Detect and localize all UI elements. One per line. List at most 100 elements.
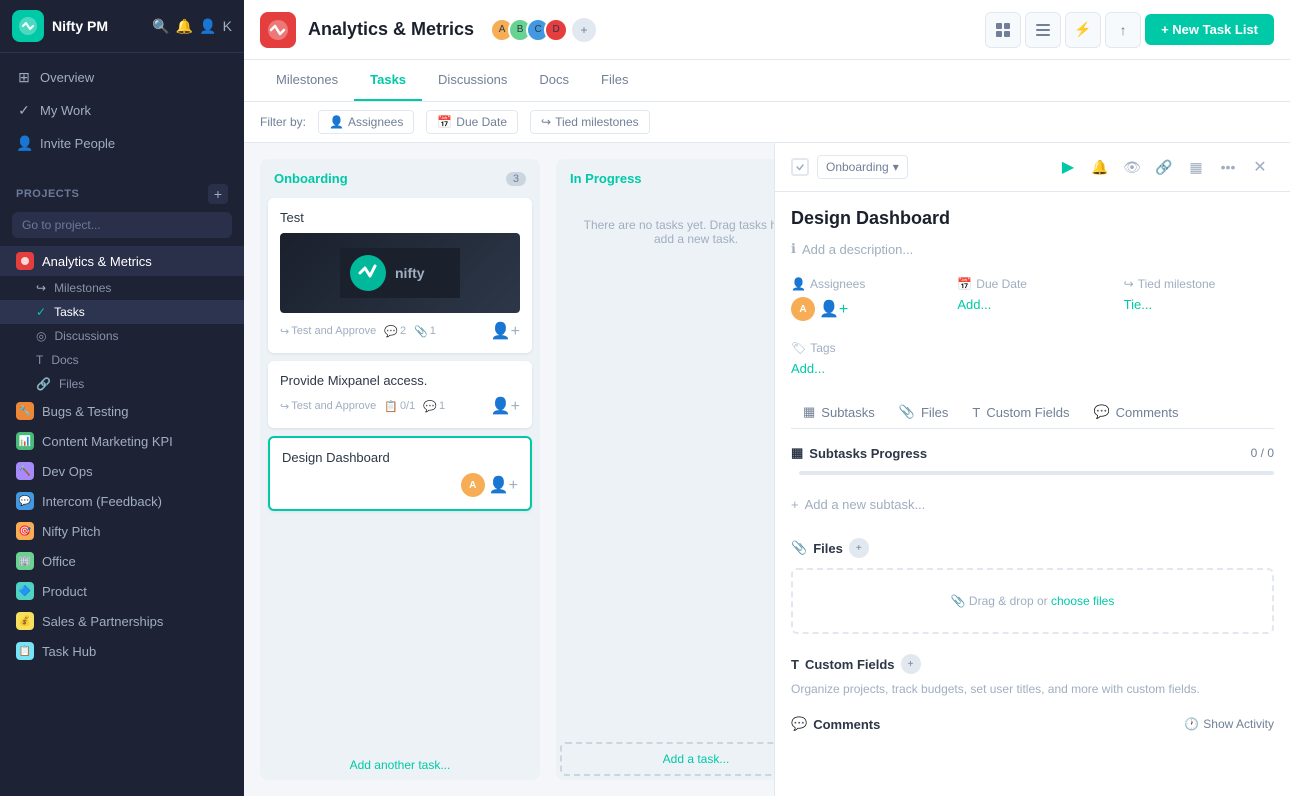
assignees-value: A 👤+: [791, 297, 941, 321]
sidebar-item-my-work[interactable]: ✓ My Work: [0, 94, 244, 127]
task-description-placeholder[interactable]: ℹ Add a description...: [791, 241, 1274, 257]
card-title-design-dashboard: Design Dashboard: [282, 450, 518, 465]
project-item-sales[interactable]: 💰 Sales & Partnerships: [0, 606, 244, 636]
add-task-button-in-progress[interactable]: Add a task...: [560, 742, 774, 776]
sidebar-sub-docs[interactable]: T Docs: [0, 348, 244, 372]
project-item-intercom[interactable]: 💬 Intercom (Feedback): [0, 486, 244, 516]
lightning-button[interactable]: ⚡: [1065, 12, 1101, 48]
user-avatar-icon[interactable]: 👤: [199, 18, 216, 35]
sidebar-sub-files[interactable]: 🔗 Files: [0, 372, 244, 396]
task-table-button[interactable]: ▦: [1182, 153, 1210, 181]
sidebar-item-overview[interactable]: ⊞ Overview: [0, 61, 244, 94]
project-item-analytics[interactable]: Analytics & Metrics: [0, 246, 244, 276]
svg-text:nifty: nifty: [395, 265, 425, 281]
task-close-button[interactable]: ✕: [1246, 153, 1274, 181]
task-eye-button[interactable]: 👁: [1118, 153, 1146, 181]
custom-fields-icon: T: [791, 657, 799, 672]
collapse-icon[interactable]: K: [223, 18, 232, 35]
due-date-value[interactable]: Add...: [957, 297, 1107, 312]
due-date-icon: 📅: [437, 115, 452, 129]
add-assignee-button[interactable]: 👤+: [819, 299, 848, 319]
task-content-tabs: ▦ Subtasks 📎 Files T Custom Fields 💬 Com…: [791, 396, 1274, 429]
app-name: Nifty PM: [52, 18, 152, 34]
task-tab-files[interactable]: 📎 Files: [887, 396, 961, 428]
custom-fields-add-button[interactable]: +: [901, 654, 921, 674]
filter-due-date[interactable]: 📅 Due Date: [426, 110, 518, 134]
task-play-button[interactable]: ▶: [1054, 153, 1082, 181]
tags-add-button[interactable]: Add...: [791, 361, 1274, 376]
milestone-value[interactable]: Tie...: [1124, 297, 1274, 312]
kanban-card-design-dashboard[interactable]: Design Dashboard A 👤+: [268, 436, 532, 511]
tags-label: 🏷 Tags: [791, 341, 1274, 355]
card-assign-test[interactable]: 👤+: [491, 321, 520, 341]
card-checklist-mixpanel: 📋 0/1: [384, 400, 415, 413]
files-add-button[interactable]: +: [849, 538, 869, 558]
list-view-button[interactable]: [1025, 12, 1061, 48]
project-item-bugs[interactable]: 🔧 Bugs & Testing: [0, 396, 244, 426]
task-tab-custom-fields[interactable]: T Custom Fields: [960, 396, 1081, 428]
sidebar: Nifty PM 🔍 🔔 👤 K ⊞ Overview ✓ My Work 👤 …: [0, 0, 244, 796]
attachment-icon: 📎: [414, 325, 428, 338]
search-icon[interactable]: 🔍: [152, 18, 169, 35]
task-status-button[interactable]: Onboarding ▾: [817, 155, 908, 179]
project-item-product[interactable]: 🔷 Product: [0, 576, 244, 606]
projects-section-header: PROJECTS +: [0, 176, 244, 208]
task-tab-comments[interactable]: 💬 Comments: [1081, 396, 1190, 428]
project-label-office: Office: [42, 554, 76, 569]
notification-icon[interactable]: 🔔: [176, 18, 193, 35]
project-item-office[interactable]: 🏢 Office: [0, 546, 244, 576]
task-link-button[interactable]: 🔗: [1150, 153, 1178, 181]
sidebar-item-invite-people[interactable]: 👤 Invite People: [0, 127, 244, 160]
sidebar-item-invite-label: Invite People: [40, 136, 115, 151]
tab-discussions[interactable]: Discussions: [422, 60, 523, 101]
project-item-nifty-pitch[interactable]: 🎯 Nifty Pitch: [0, 516, 244, 546]
sidebar-sub-milestones[interactable]: ↪ Milestones: [0, 276, 244, 300]
card-assign-mixpanel[interactable]: 👤+: [491, 396, 520, 416]
upload-button[interactable]: ↑: [1105, 12, 1141, 48]
tab-navigation: Milestones Tasks Discussions Docs Files: [244, 60, 1290, 102]
add-subtask-button[interactable]: + Add a new subtask...: [791, 491, 1274, 518]
filter-assignees[interactable]: 👤 Assignees: [318, 110, 414, 134]
card-assign-design[interactable]: 👤+: [489, 475, 518, 495]
kanban-card-mixpanel[interactable]: Provide Mixpanel access. ↪ Test and Appr…: [268, 361, 532, 428]
task-panel-body: Design Dashboard ℹ Add a description... …: [775, 192, 1290, 796]
project-label-task-hub: Task Hub: [42, 644, 96, 659]
task-notification-button[interactable]: 🔔: [1086, 153, 1114, 181]
grid-view-button[interactable]: [985, 12, 1021, 48]
kanban-card-test[interactable]: Test nifty: [268, 198, 532, 353]
task-status-label: Onboarding: [826, 160, 889, 174]
sidebar-sub-discussions[interactable]: ◎ Discussions: [0, 324, 244, 348]
tab-tasks[interactable]: Tasks: [354, 60, 422, 101]
task-checkbox[interactable]: [791, 158, 809, 176]
tab-milestones[interactable]: Milestones: [260, 60, 354, 101]
sidebar-sub-tasks[interactable]: ✓ Tasks: [0, 300, 244, 324]
due-date-meta-icon: 📅: [957, 277, 972, 291]
choose-files-link[interactable]: choose files: [1051, 594, 1114, 608]
add-project-button[interactable]: +: [208, 184, 228, 204]
assignees-meta-label: 👤 Assignees: [791, 277, 941, 291]
filter-tied-milestones[interactable]: ↪ Tied milestones: [530, 110, 650, 134]
tasks-check-icon: ✓: [36, 305, 46, 319]
files-drop-zone[interactable]: 📎 Drag & drop or choose files: [791, 568, 1274, 634]
add-member-button[interactable]: +: [572, 18, 596, 42]
add-task-button-onboarding[interactable]: Add another task...: [260, 750, 540, 780]
task-title: Design Dashboard: [791, 208, 1274, 229]
task-more-button[interactable]: •••: [1214, 153, 1242, 181]
my-work-icon: ✓: [16, 102, 32, 119]
project-search[interactable]: Go to project...: [12, 212, 232, 238]
subtasks-progress-track: [799, 471, 1274, 475]
tab-docs[interactable]: Docs: [523, 60, 585, 101]
new-task-list-button[interactable]: + New Task List: [1145, 14, 1274, 45]
project-item-content[interactable]: 📊 Content Marketing KPI: [0, 426, 244, 456]
task-meta-milestone: ↪ Tied milestone Tie...: [1124, 277, 1274, 321]
checklist-icon: 📋: [384, 400, 398, 413]
column-count-onboarding: 3: [506, 172, 526, 186]
project-item-devops[interactable]: 🔨 Dev Ops: [0, 456, 244, 486]
tab-files[interactable]: Files: [585, 60, 644, 101]
task-meta-due-date: 📅 Due Date Add...: [957, 277, 1107, 321]
task-tab-subtasks[interactable]: ▦ Subtasks: [791, 396, 887, 428]
project-item-task-hub[interactable]: 📋 Task Hub: [0, 636, 244, 666]
files-section: 📎 Files + 📎 Drag & drop or choose files: [791, 538, 1274, 634]
project-icon-sales: 💰: [16, 612, 34, 630]
show-activity-button[interactable]: 🕐 Show Activity: [1184, 717, 1274, 731]
